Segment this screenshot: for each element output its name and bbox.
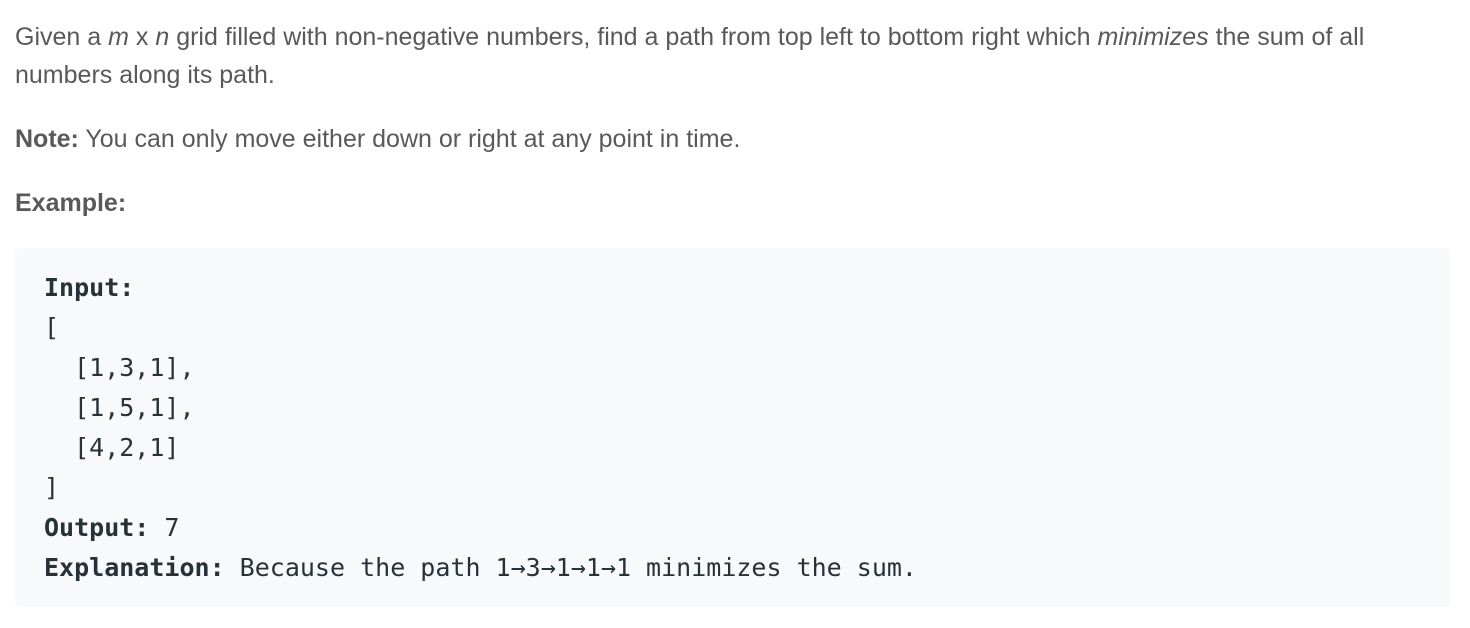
close-bracket: ] <box>44 473 60 502</box>
grid-row: [1,5,1], <box>44 393 195 422</box>
grid-row: [4,2,1] <box>44 433 180 462</box>
note-text: You can only move either down or right a… <box>78 125 741 153</box>
example-heading: Example: <box>15 184 1450 222</box>
var-m: m <box>108 23 129 51</box>
emphasis-minimizes: minimizes <box>1097 23 1209 51</box>
example-code-block: Input: [ [1,3,1], [1,5,1], [4,2,1] ] Out… <box>15 248 1450 607</box>
example-label: Example: <box>15 189 127 217</box>
problem-statement: Given a m x n grid filled with non-negat… <box>15 18 1450 94</box>
statement-text: grid filled with non-negative numbers, f… <box>169 23 1098 51</box>
explanation-text: Because the path 1→3→1→1→1 minimizes the… <box>224 553 917 582</box>
explanation-label: Explanation: <box>44 553 225 582</box>
output-label: Output: <box>44 513 150 542</box>
explanation-line: Explanation: Because the path 1→3→1→1→1 … <box>44 548 1421 588</box>
output-value: 7 <box>149 513 180 542</box>
note: Note: You can only move either down or r… <box>15 120 1450 158</box>
statement-text: Given a <box>15 23 109 51</box>
var-n: n <box>155 23 170 51</box>
statement-text: x <box>128 23 156 51</box>
open-bracket: [ <box>44 313 60 342</box>
note-label: Note: <box>15 125 79 153</box>
input-label: Input: <box>44 273 135 302</box>
output-line: Output: 7 <box>44 508 1421 548</box>
grid-row: [1,3,1], <box>44 353 195 382</box>
